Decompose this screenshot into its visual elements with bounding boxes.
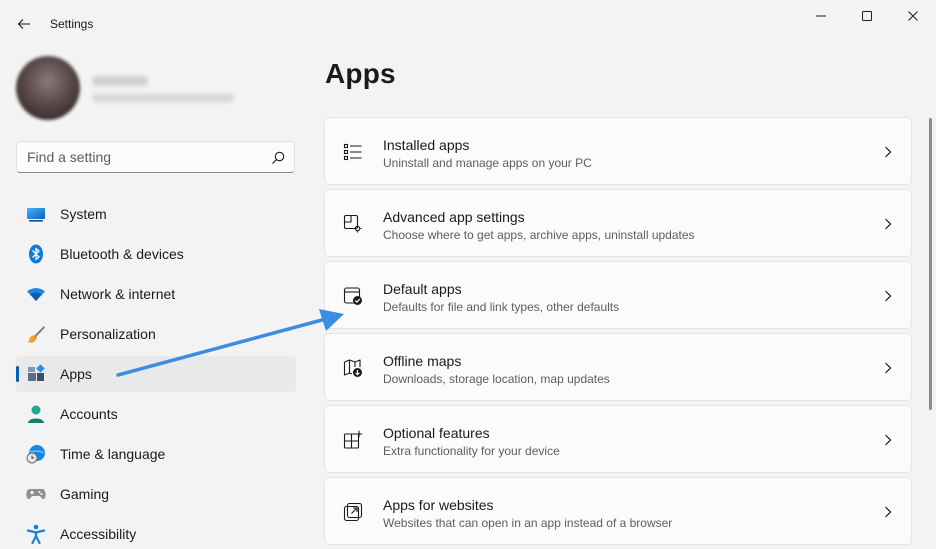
sidebar-item-network[interactable]: Network & internet <box>16 276 296 312</box>
close-button[interactable] <box>890 0 936 32</box>
scrollbar[interactable] <box>929 118 932 410</box>
sidebar-item-bluetooth[interactable]: Bluetooth & devices <box>16 236 296 272</box>
optional-features-icon <box>343 430 363 449</box>
card-description: Downloads, storage location, map updates <box>383 372 610 386</box>
card-apps-for-websites[interactable]: Apps for websites Websites that can open… <box>324 477 912 545</box>
card-title: Optional features <box>383 425 490 441</box>
maximize-icon <box>862 11 872 21</box>
sidebar-item-label: Accessibility <box>60 526 137 542</box>
gamepad-icon <box>26 489 46 500</box>
card-optional-features[interactable]: Optional features Extra functionality fo… <box>324 405 912 473</box>
sidebar-item-label: Personalization <box>60 326 156 342</box>
apps-icon <box>28 364 45 381</box>
search-input[interactable] <box>27 148 257 166</box>
sidebar-item-gaming[interactable]: Gaming <box>16 476 296 512</box>
app-title: Settings <box>50 17 94 31</box>
minimize-button[interactable] <box>798 0 844 32</box>
open-external-icon <box>343 502 363 522</box>
card-description: Websites that can open in an app instead… <box>383 516 673 530</box>
close-icon <box>908 11 918 21</box>
selection-indicator <box>16 366 19 382</box>
sidebar-item-label: Time & language <box>60 446 166 462</box>
card-title: Offline maps <box>383 353 462 369</box>
sidebar-item-apps[interactable]: Apps <box>16 356 296 392</box>
sidebar-item-label: Apps <box>60 366 92 382</box>
sidebar-item-label: Gaming <box>60 486 110 502</box>
minimize-icon <box>816 15 826 17</box>
card-description: Defaults for file and link types, other … <box>383 300 620 314</box>
app-settings-icon <box>343 214 362 233</box>
card-default-apps[interactable]: Default apps Defaults for file and link … <box>324 261 912 329</box>
card-installed-apps[interactable]: Installed apps Uninstall and manage apps… <box>324 117 912 185</box>
search-icon[interactable] <box>271 151 285 165</box>
chevron-right-icon <box>885 506 892 518</box>
sidebar-item-time-language[interactable]: Time & language <box>16 436 296 472</box>
person-icon <box>28 405 44 423</box>
settings-window: Settings Find a setting System Bluetooth… <box>0 0 936 549</box>
chevron-right-icon <box>885 362 892 374</box>
chevron-right-icon <box>885 146 892 158</box>
title-bar: Settings <box>0 0 936 48</box>
sidebar-item-accessibility[interactable]: Accessibility <box>16 516 296 549</box>
accessibility-icon <box>26 524 46 544</box>
profile-email-blurred <box>92 94 234 102</box>
sidebar-item-label: Bluetooth & devices <box>60 246 184 262</box>
brush-icon <box>27 326 45 343</box>
sidebar-item-label: Accounts <box>60 406 118 422</box>
search-box[interactable] <box>16 141 295 173</box>
sidebar-item-label: System <box>60 206 107 222</box>
sidebar-item-personalization[interactable]: Personalization <box>16 316 296 352</box>
card-title: Advanced app settings <box>383 209 525 225</box>
card-title: Installed apps <box>383 137 470 153</box>
page-title: Apps <box>325 58 396 89</box>
card-description: Extra functionality for your device <box>383 444 560 458</box>
sidebar-item-label: Network & internet <box>60 286 176 302</box>
wifi-icon <box>27 288 45 301</box>
default-apps-icon <box>343 287 362 305</box>
monitor-icon <box>27 208 45 222</box>
chevron-right-icon <box>885 218 892 230</box>
profile-name-blurred <box>92 76 148 86</box>
sidebar-item-accounts[interactable]: Accounts <box>16 396 296 432</box>
list-icon <box>343 143 362 161</box>
card-advanced-app-settings[interactable]: Advanced app settings Choose where to ge… <box>324 189 912 257</box>
chevron-right-icon <box>885 434 892 446</box>
maximize-button[interactable] <box>844 0 890 32</box>
card-title: Default apps <box>383 281 462 297</box>
sidebar-item-system[interactable]: System <box>16 196 296 232</box>
chevron-right-icon <box>885 290 892 302</box>
back-arrow-icon <box>17 19 30 29</box>
card-title: Apps for websites <box>383 497 494 513</box>
card-offline-maps[interactable]: Offline maps Downloads, storage location… <box>324 333 912 401</box>
bluetooth-icon <box>29 244 43 264</box>
avatar[interactable] <box>16 56 80 120</box>
globe-clock-icon <box>26 445 45 464</box>
card-description: Choose where to get apps, archive apps, … <box>383 228 695 242</box>
back-button[interactable] <box>10 12 38 36</box>
card-description: Uninstall and manage apps on your PC <box>383 156 592 170</box>
map-download-icon <box>343 359 362 377</box>
